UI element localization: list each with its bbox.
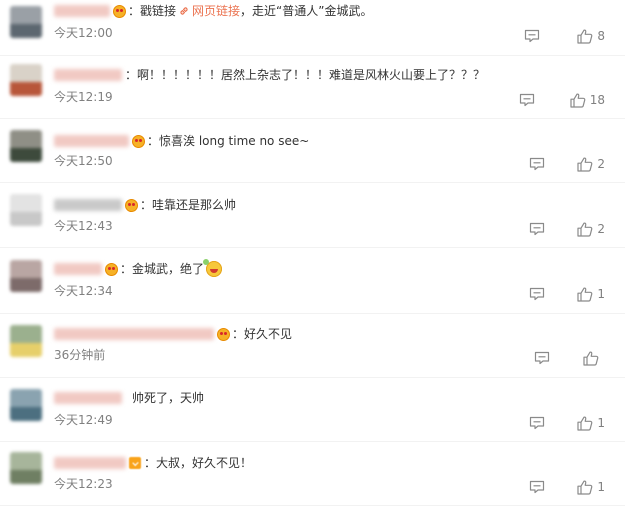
comment-text: 帅死了，天帅 xyxy=(132,391,205,405)
divider xyxy=(0,441,625,442)
avatar[interactable] xyxy=(10,194,42,226)
like-button[interactable]: 2 xyxy=(577,219,605,239)
comment-time: 今天12:34 xyxy=(54,284,113,298)
comment-icon xyxy=(534,351,550,365)
comment-time: 今天12:23 xyxy=(54,477,113,491)
divider xyxy=(0,505,625,506)
reply-button[interactable] xyxy=(529,284,545,304)
like-button[interactable]: 2 xyxy=(577,154,605,174)
like-button[interactable]: 1 xyxy=(577,284,605,304)
like-button[interactable]: 1 xyxy=(577,413,605,433)
like-button[interactable] xyxy=(583,348,599,368)
divider xyxy=(0,182,625,183)
like-count: 1 xyxy=(597,480,605,494)
reply-button[interactable] xyxy=(529,219,545,239)
comment-time: 今天12:43 xyxy=(54,219,113,233)
like-count: 18 xyxy=(589,93,605,107)
comment-text: ：惊喜涘 long time no see~ xyxy=(147,134,310,148)
username-blurred[interactable] xyxy=(54,199,122,211)
divider xyxy=(0,118,625,119)
comment-icon xyxy=(529,416,545,430)
fan-badge-icon xyxy=(113,4,126,18)
reply-button[interactable] xyxy=(534,348,550,368)
username-blurred[interactable] xyxy=(54,263,102,275)
comment-body: ：好久不见 xyxy=(54,323,292,345)
comment-time: 今天12:49 xyxy=(54,413,113,427)
avatar[interactable] xyxy=(10,452,42,484)
comment-icon xyxy=(524,29,540,43)
comment-body: 帅死了，天帅 xyxy=(54,387,204,409)
like-count: 2 xyxy=(597,222,605,236)
avatar[interactable] xyxy=(10,325,42,357)
fan-badge-icon xyxy=(132,134,145,148)
reply-button[interactable] xyxy=(529,413,545,433)
comment-text-suffix: ，走近“普通人”金城武。 xyxy=(240,4,373,18)
comment-body: ：惊喜涘 long time no see~ xyxy=(54,130,309,152)
like-button[interactable]: 1 xyxy=(577,477,605,497)
thumbs-up-icon xyxy=(577,29,593,44)
comment-text: ：戳链接 xyxy=(128,4,177,18)
like-button[interactable]: 8 xyxy=(577,26,605,46)
comment-text: ：好久不见 xyxy=(232,327,293,341)
comment-time: 今天12:50 xyxy=(54,154,113,168)
avatar[interactable] xyxy=(10,130,42,162)
divider xyxy=(0,313,625,314)
thumbs-up-icon xyxy=(577,157,593,172)
avatar[interactable] xyxy=(10,260,42,292)
reply-button[interactable] xyxy=(529,154,545,174)
divider xyxy=(0,247,625,248)
thumbs-up-icon xyxy=(577,222,593,237)
comment-text: ：啊！！！！！！居然上杂志了！！！难道是风林火山要上了？？？ xyxy=(125,68,486,82)
comment-icon xyxy=(519,93,535,107)
like-count: 8 xyxy=(597,29,605,43)
fan-badge-icon xyxy=(217,327,230,341)
reply-button[interactable] xyxy=(529,477,545,497)
comment-body: ：啊！！！！！！居然上杂志了！！！难道是风林火山要上了？？？ xyxy=(54,64,485,86)
thumbs-up-icon xyxy=(570,93,586,108)
reply-button[interactable] xyxy=(524,26,540,46)
avatar[interactable] xyxy=(10,6,42,38)
username-blurred[interactable] xyxy=(54,69,122,81)
comment-icon xyxy=(529,157,545,171)
web-link[interactable]: 网页链接 xyxy=(192,0,240,22)
thumbs-up-icon xyxy=(583,351,599,366)
comment-text: ：哇靠还是那么帅 xyxy=(140,198,237,212)
comment-time: 36分钟前 xyxy=(54,348,106,362)
divider xyxy=(0,377,625,378)
username-blurred[interactable] xyxy=(54,392,122,404)
avatar[interactable] xyxy=(10,389,42,421)
comment-body: ：戳链接 网页链接 ，走近“普通人”金城武。 xyxy=(54,0,372,22)
comment-time: 今天12:00 xyxy=(54,26,113,40)
comment-icon xyxy=(529,287,545,301)
comment-body: ：大叔，好久不见！ xyxy=(54,452,252,474)
comment-time: 今天12:19 xyxy=(54,90,113,104)
username-blurred[interactable] xyxy=(54,5,110,17)
like-count: 2 xyxy=(597,157,605,171)
like-count: 1 xyxy=(597,287,605,301)
username-blurred[interactable] xyxy=(54,457,126,469)
comment-body: ：金城武，绝了 xyxy=(54,258,223,280)
divider xyxy=(0,55,625,56)
comment-text: ：金城武，绝了 xyxy=(120,262,205,276)
username-blurred[interactable] xyxy=(54,328,214,340)
comment-icon xyxy=(529,222,545,236)
comment-icon xyxy=(529,480,545,494)
comment-body: ：哇靠还是那么帅 xyxy=(54,194,236,216)
username-blurred[interactable] xyxy=(54,135,129,147)
avatar[interactable] xyxy=(10,64,42,96)
link-icon xyxy=(178,5,190,17)
thumbs-up-icon xyxy=(577,480,593,495)
like-count: 1 xyxy=(597,416,605,430)
reply-button[interactable] xyxy=(519,90,535,110)
member-badge-icon xyxy=(129,457,141,469)
party-face-emoji-icon xyxy=(203,259,223,277)
like-button[interactable]: 18 xyxy=(570,90,605,110)
fan-badge-icon xyxy=(105,262,118,276)
comment-text: ：大叔，好久不见！ xyxy=(144,456,253,470)
thumbs-up-icon xyxy=(577,287,593,302)
fan-badge-icon xyxy=(125,198,138,212)
thumbs-up-icon xyxy=(577,416,593,431)
